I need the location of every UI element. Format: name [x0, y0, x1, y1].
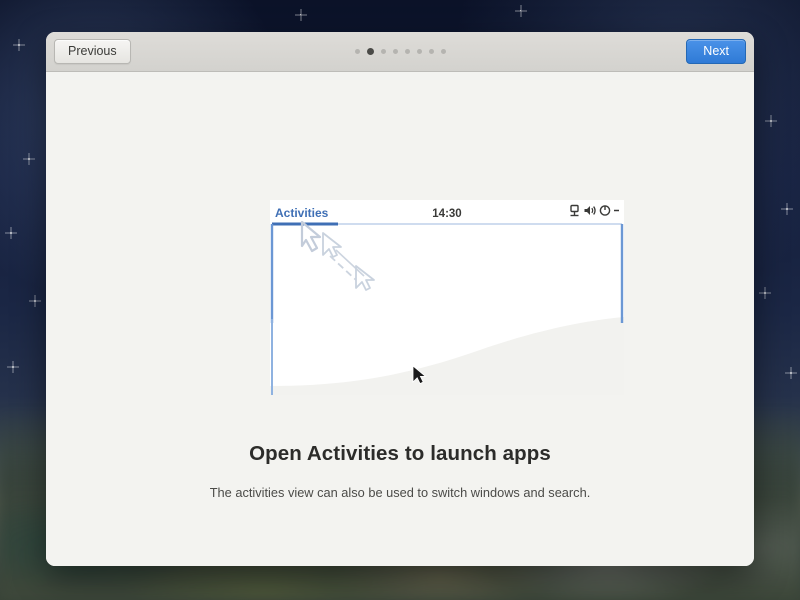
next-button[interactable]: Next: [686, 39, 746, 65]
pagination-dots: [46, 32, 754, 71]
illustration-activities-label: Activities: [275, 206, 329, 220]
star-icon: [10, 232, 12, 234]
star-icon: [764, 292, 766, 294]
page-dot-5[interactable]: [405, 49, 410, 54]
desktop-background: Previous Next: [0, 0, 800, 600]
page-dot-8[interactable]: [441, 49, 446, 54]
headerbar: Previous Next: [46, 32, 754, 72]
page-dot-7[interactable]: [429, 49, 434, 54]
star-icon: [790, 372, 792, 374]
star-icon: [18, 44, 20, 46]
star-icon: [520, 10, 521, 11]
gnome-tour-window: Previous Next: [46, 32, 754, 566]
star-icon: [12, 366, 14, 368]
tour-content: Activities 14:30: [46, 72, 754, 566]
activities-overview-illustration: Activities 14:30: [270, 200, 624, 395]
star-icon: [34, 300, 36, 302]
star-icon: [770, 120, 772, 122]
star-icon: [28, 158, 30, 160]
star-icon: [786, 208, 788, 210]
page-dot-3[interactable]: [381, 49, 386, 54]
star-icon: [300, 14, 301, 15]
page-subtitle: The activities view can also be used to …: [46, 485, 754, 500]
page-dot-1[interactable]: [355, 49, 360, 54]
page-dot-2[interactable]: [367, 48, 374, 55]
illustration-clock: 14:30: [432, 208, 461, 220]
page-dot-6[interactable]: [417, 49, 422, 54]
page-title: Open Activities to launch apps: [46, 442, 754, 466]
previous-button[interactable]: Previous: [54, 39, 131, 65]
page-dot-4[interactable]: [393, 49, 398, 54]
